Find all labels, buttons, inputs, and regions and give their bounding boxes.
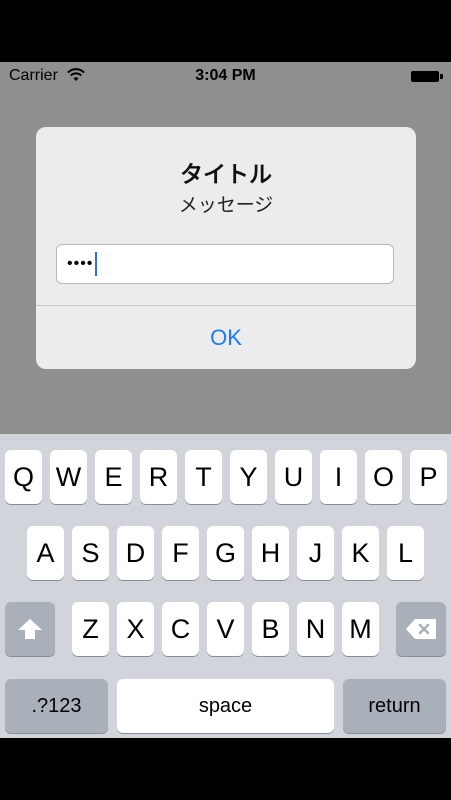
key-p[interactable]: P	[410, 450, 447, 504]
key-q[interactable]: Q	[5, 450, 42, 504]
key-i[interactable]: I	[320, 450, 357, 504]
key-t[interactable]: T	[185, 450, 222, 504]
key-d[interactable]: D	[117, 526, 154, 580]
shift-arrow-icon	[18, 619, 42, 639]
key-l[interactable]: L	[387, 526, 424, 580]
alert-title: タイトル	[180, 162, 272, 188]
key-j[interactable]: J	[297, 526, 334, 580]
key-e[interactable]: E	[95, 450, 132, 504]
status-bar: Carrier 3:04 PM	[0, 62, 451, 90]
keyboard: Q W E R T Y U I O P A S D F G H J K L Z …	[0, 434, 451, 738]
text-cursor	[95, 252, 98, 276]
key-y[interactable]: Y	[230, 450, 267, 504]
key-g[interactable]: G	[207, 526, 244, 580]
ok-button[interactable]: OK	[36, 306, 416, 369]
status-time: 3:04 PM	[195, 67, 256, 84]
key-o[interactable]: O	[365, 450, 402, 504]
key-k[interactable]: K	[342, 526, 379, 580]
key-v[interactable]: V	[207, 602, 244, 656]
numbers-key[interactable]: .?123	[5, 679, 108, 733]
key-s[interactable]: S	[72, 526, 109, 580]
delete-key[interactable]	[396, 602, 446, 656]
key-f[interactable]: F	[162, 526, 199, 580]
key-w[interactable]: W	[50, 450, 87, 504]
device-screen: Carrier 3:04 PM タイトル メッセージ •••• OK Q W E…	[0, 62, 451, 738]
top-letterbox	[0, 0, 451, 62]
key-z[interactable]: Z	[72, 602, 109, 656]
key-a[interactable]: A	[27, 526, 64, 580]
return-key[interactable]: return	[343, 679, 446, 733]
password-value: ••••	[67, 255, 94, 272]
key-b[interactable]: B	[252, 602, 289, 656]
bottom-letterbox	[0, 738, 451, 800]
key-n[interactable]: N	[297, 602, 334, 656]
key-c[interactable]: C	[162, 602, 199, 656]
delete-backspace-icon	[406, 619, 436, 639]
key-u[interactable]: U	[275, 450, 312, 504]
key-m[interactable]: M	[342, 602, 379, 656]
key-r[interactable]: R	[140, 450, 177, 504]
key-x[interactable]: X	[117, 602, 154, 656]
battery-icon	[411, 71, 443, 82]
password-field[interactable]: ••••	[56, 244, 394, 284]
key-h[interactable]: H	[252, 526, 289, 580]
space-key[interactable]: space	[117, 679, 334, 733]
shift-key[interactable]	[5, 602, 55, 656]
alert-dialog: タイトル メッセージ •••• OK	[36, 127, 416, 369]
alert-message: メッセージ	[178, 194, 274, 216]
